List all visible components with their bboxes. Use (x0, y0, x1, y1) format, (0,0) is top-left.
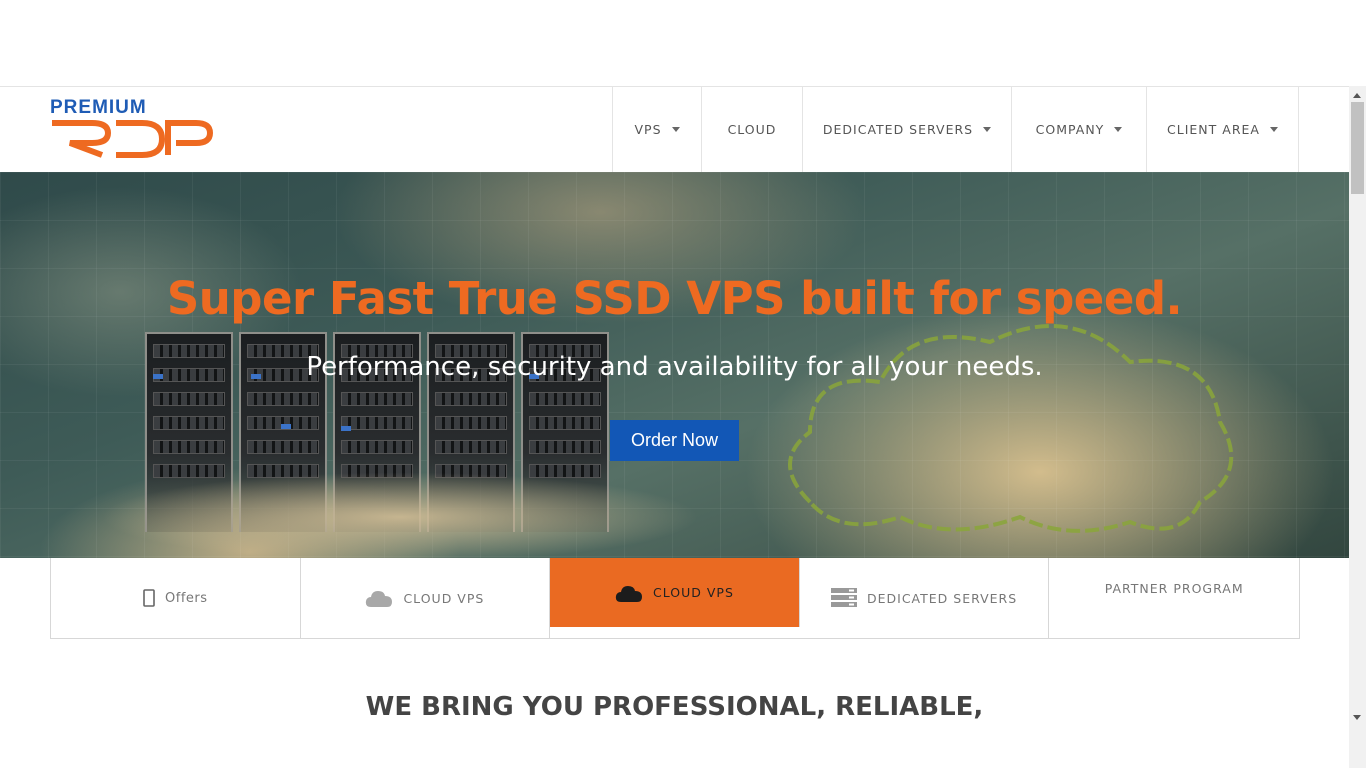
chevron-down-icon (671, 127, 680, 132)
hero-subtitle: Performance, security and availability f… (306, 352, 1043, 382)
site-header: PREMIUM VPS CLOUD DEDICATED SERVERS COMP… (0, 86, 1349, 172)
cloud-icon (366, 591, 393, 607)
tab-label: CLOUD VPS (403, 590, 485, 606)
chevron-down-icon (1114, 127, 1123, 132)
scroll-up-icon[interactable] (1353, 93, 1361, 98)
chevron-down-icon (983, 127, 992, 132)
scroll-down-icon[interactable] (1353, 715, 1361, 720)
hero-banner: Super Fast True SSD VPS built for speed.… (0, 172, 1349, 558)
section-headline: WE BRING YOU PROFESSIONAL, RELIABLE, (365, 692, 984, 722)
logo-rdp-mark (52, 120, 214, 158)
nav-item-label: DEDICATED SERVERS (822, 122, 974, 137)
cloud-outline-icon (788, 324, 1234, 533)
server-icon (830, 588, 857, 607)
logo-text-premium: PREMIUM (50, 97, 147, 118)
nav-item-cloud[interactable]: CLOUD (701, 87, 802, 172)
nav-item-label: CLIENT AREA (1167, 122, 1260, 137)
tab-label: DEDICATED SERVERS (866, 590, 1018, 606)
tab-label: PARTNER PROGRAM (1104, 581, 1244, 596)
chevron-down-icon (1269, 127, 1278, 132)
top-blank-area (0, 0, 1349, 86)
nav-item-vps[interactable]: VPS (612, 87, 701, 172)
nav-item-company[interactable]: COMPANY (1011, 87, 1146, 172)
tab-label: CLOUD VPS (653, 585, 734, 600)
product-tabs: Offers CLOUD VPS CLOUD VPS DEDICATED SER… (50, 558, 1300, 639)
order-now-button[interactable]: Order Now (610, 420, 739, 461)
nav-item-label: COMPANY (1035, 122, 1105, 137)
page-scrollbar[interactable] (1349, 86, 1366, 768)
cloud-icon (615, 585, 643, 602)
nav-item-dedicated-servers[interactable]: DEDICATED SERVERS (802, 87, 1011, 172)
tab-dedicated-servers[interactable]: DEDICATED SERVERS (800, 558, 1050, 638)
nav-item-client-area[interactable]: CLIENT AREA (1146, 87, 1299, 172)
hero-cloud-fog (100, 472, 700, 558)
main-nav: VPS CLOUD DEDICATED SERVERS COMPANY CLIE… (612, 87, 1299, 172)
hero-title: Super Fast True SSD VPS built for speed. (166, 272, 1183, 325)
nav-item-label: CLOUD (727, 122, 777, 137)
scrollbar-thumb[interactable] (1351, 102, 1364, 194)
logo[interactable]: PREMIUM (50, 97, 214, 161)
tab-partner-program[interactable]: PARTNER PROGRAM (1049, 558, 1299, 638)
nav-item-label: VPS (634, 122, 662, 137)
tab-cloud-vps-active[interactable]: CLOUD VPS (550, 558, 800, 627)
mobile-icon (143, 589, 155, 607)
tab-cloud-vps[interactable]: CLOUD VPS (301, 558, 551, 638)
tab-offers[interactable]: Offers (51, 558, 301, 638)
tab-label: Offers (165, 590, 208, 606)
